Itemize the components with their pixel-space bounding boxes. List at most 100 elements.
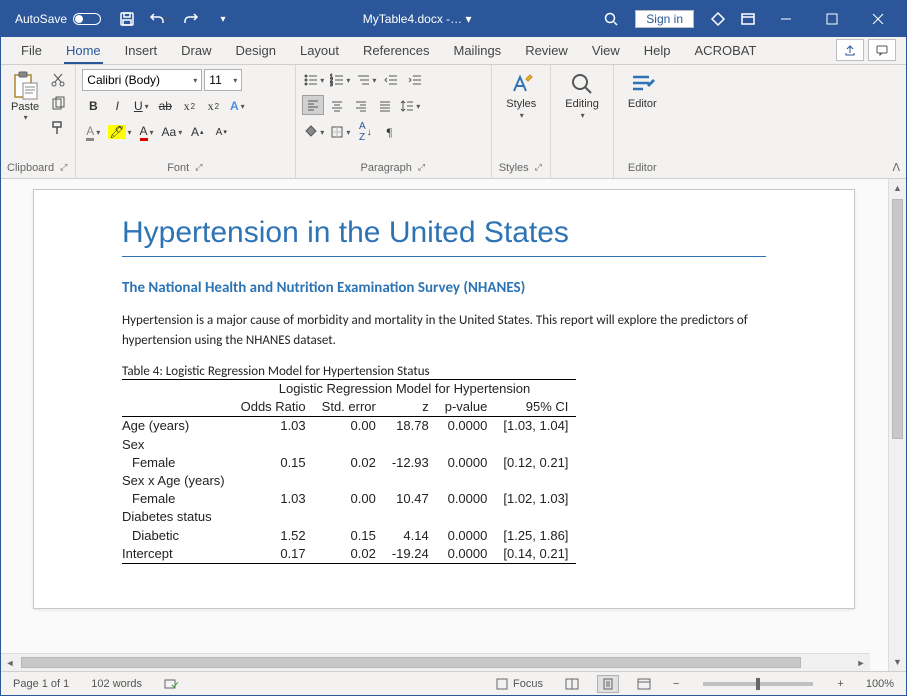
text-effects-button[interactable]: A▾ <box>226 95 248 117</box>
maximize-button[interactable] <box>810 4 854 34</box>
tab-mailings[interactable]: Mailings <box>442 39 514 64</box>
paste-label: Paste <box>11 101 39 113</box>
multilevel-button[interactable]: ▾ <box>354 69 378 91</box>
underline-button[interactable]: U▾ <box>130 95 152 117</box>
zoom-slider[interactable] <box>703 682 813 686</box>
styles-launcher[interactable]: ⤢ <box>533 161 544 174</box>
tab-draw[interactable]: Draw <box>169 39 223 64</box>
paragraph-launcher[interactable]: ⤢ <box>416 161 427 174</box>
focus-mode-button[interactable]: Focus <box>491 675 547 693</box>
align-center-button[interactable] <box>326 95 348 117</box>
decrease-indent-button[interactable] <box>380 69 402 91</box>
minimize-button[interactable] <box>764 4 808 34</box>
tab-home[interactable]: Home <box>54 39 113 64</box>
line-spacing-button[interactable]: ▾ <box>398 95 422 117</box>
shading-button[interactable]: ▾ <box>302 121 326 143</box>
shrink-font-button[interactable]: A▾ <box>210 121 232 143</box>
tab-insert[interactable]: Insert <box>113 39 170 64</box>
document-scroll[interactable]: Hypertension in the United States The Na… <box>1 179 888 671</box>
scroll-right-icon[interactable]: ► <box>852 654 870 671</box>
increase-indent-button[interactable] <box>404 69 426 91</box>
numbering-button[interactable]: 123▾ <box>328 69 352 91</box>
horizontal-scrollbar[interactable]: ◄ ► <box>1 653 870 671</box>
web-layout-button[interactable] <box>633 675 655 693</box>
align-left-button[interactable] <box>302 95 324 115</box>
collapse-ribbon-button[interactable]: ᐱ <box>892 161 900 174</box>
diamond-icon[interactable] <box>704 5 732 33</box>
doc-paragraph: Hypertension is a major cause of morbidi… <box>122 311 766 350</box>
format-painter-button[interactable] <box>47 117 69 139</box>
group-clipboard: Paste ▾ Clipboard⤢ <box>1 65 76 178</box>
autosave-toggle[interactable]: AutoSave <box>7 10 109 28</box>
close-button[interactable] <box>856 4 900 34</box>
hscroll-thumb[interactable] <box>21 657 801 668</box>
table-caption: Table 4: Logistic Regression Model for H… <box>122 364 766 379</box>
zoom-in-button[interactable]: + <box>833 676 847 692</box>
zoom-level[interactable]: 100% <box>862 676 898 692</box>
undo-button[interactable]: ▾ <box>145 5 173 33</box>
page[interactable]: Hypertension in the United States The Na… <box>33 189 855 609</box>
scroll-left-icon[interactable]: ◄ <box>1 654 19 671</box>
strikethrough-button[interactable]: ab <box>154 95 176 117</box>
grow-font-button[interactable]: A▴ <box>186 121 208 143</box>
share-button[interactable] <box>836 39 864 61</box>
paste-button[interactable]: Paste ▾ <box>7 69 43 122</box>
borders-button[interactable]: ▾ <box>328 121 352 143</box>
group-paragraph-label: Paragraph <box>361 162 412 174</box>
font-size-combo[interactable]: 11▾ <box>204 69 242 91</box>
read-mode-button[interactable] <box>561 675 583 693</box>
sign-in-button[interactable]: Sign in <box>635 10 694 28</box>
table-span-header: Logistic Regression Model for Hypertensi… <box>233 380 577 399</box>
tab-help[interactable]: Help <box>632 39 683 64</box>
vscroll-thumb[interactable] <box>892 199 903 439</box>
bullets-button[interactable]: ▾ <box>302 69 326 91</box>
cut-button[interactable] <box>47 69 69 91</box>
print-layout-button[interactable] <box>597 675 619 693</box>
tab-acrobat[interactable]: ACROBAT <box>683 39 769 64</box>
superscript-button[interactable]: x2 <box>202 95 224 117</box>
vertical-scrollbar[interactable]: ▲ ▼ <box>888 179 906 671</box>
qat-dropdown[interactable]: ▾ <box>209 5 237 33</box>
search-button[interactable] <box>597 11 625 27</box>
sort-button[interactable]: AZ↓ <box>354 121 376 143</box>
show-marks-button[interactable]: ¶ <box>378 121 400 143</box>
table-row: Intercept0.170.02-19.240.0000[0.14, 0.21… <box>122 545 576 564</box>
col-p: p-value <box>437 398 496 417</box>
editing-button[interactable]: Editing ▾ <box>557 69 607 120</box>
styles-button[interactable]: Styles ▾ <box>498 69 544 120</box>
align-right-button[interactable] <box>350 95 372 117</box>
bold-button[interactable]: B <box>82 95 104 117</box>
italic-button[interactable]: I <box>106 95 128 117</box>
tab-design[interactable]: Design <box>224 39 288 64</box>
tab-review[interactable]: Review <box>513 39 580 64</box>
table-row: Sex <box>122 436 576 454</box>
font-launcher[interactable]: ⤢ <box>193 161 204 174</box>
group-paragraph: ▾ 123▾ ▾ ▾ ▾ ▾ AZ↓ ¶ Paragraph ⤢ <box>296 65 492 178</box>
font-name-combo[interactable]: Calibri (Body)▾ <box>82 69 202 91</box>
save-button[interactable] <box>113 5 141 33</box>
editor-button[interactable]: Editor <box>620 69 665 110</box>
page-count[interactable]: Page 1 of 1 <box>9 676 73 692</box>
zoom-out-button[interactable]: − <box>669 676 683 692</box>
font-color-button[interactable]: A▾ <box>136 121 158 143</box>
tab-layout[interactable]: Layout <box>288 39 351 64</box>
copy-button[interactable] <box>47 93 69 115</box>
change-case-button[interactable]: Aa▾ <box>160 121 185 143</box>
tab-view[interactable]: View <box>580 39 632 64</box>
clipboard-launcher[interactable]: ⤢ <box>58 161 69 174</box>
scroll-up-icon[interactable]: ▲ <box>889 179 906 197</box>
scroll-down-icon[interactable]: ▼ <box>889 653 906 671</box>
tab-file[interactable]: File <box>9 39 54 64</box>
justify-button[interactable] <box>374 95 396 117</box>
spellcheck-status[interactable] <box>160 675 182 693</box>
col-se: Std. error <box>314 398 384 417</box>
font-color2-button[interactable]: A▾ <box>82 121 104 143</box>
styles-label: Styles <box>506 98 536 110</box>
tab-references[interactable]: References <box>351 39 441 64</box>
word-count[interactable]: 102 words <box>87 676 146 692</box>
highlight-button[interactable]: 🖊▾ <box>106 121 133 143</box>
redo-button[interactable] <box>177 5 205 33</box>
subscript-button[interactable]: x2 <box>178 95 200 117</box>
ribbon-display-button[interactable] <box>734 5 762 33</box>
comments-button[interactable] <box>868 39 896 61</box>
